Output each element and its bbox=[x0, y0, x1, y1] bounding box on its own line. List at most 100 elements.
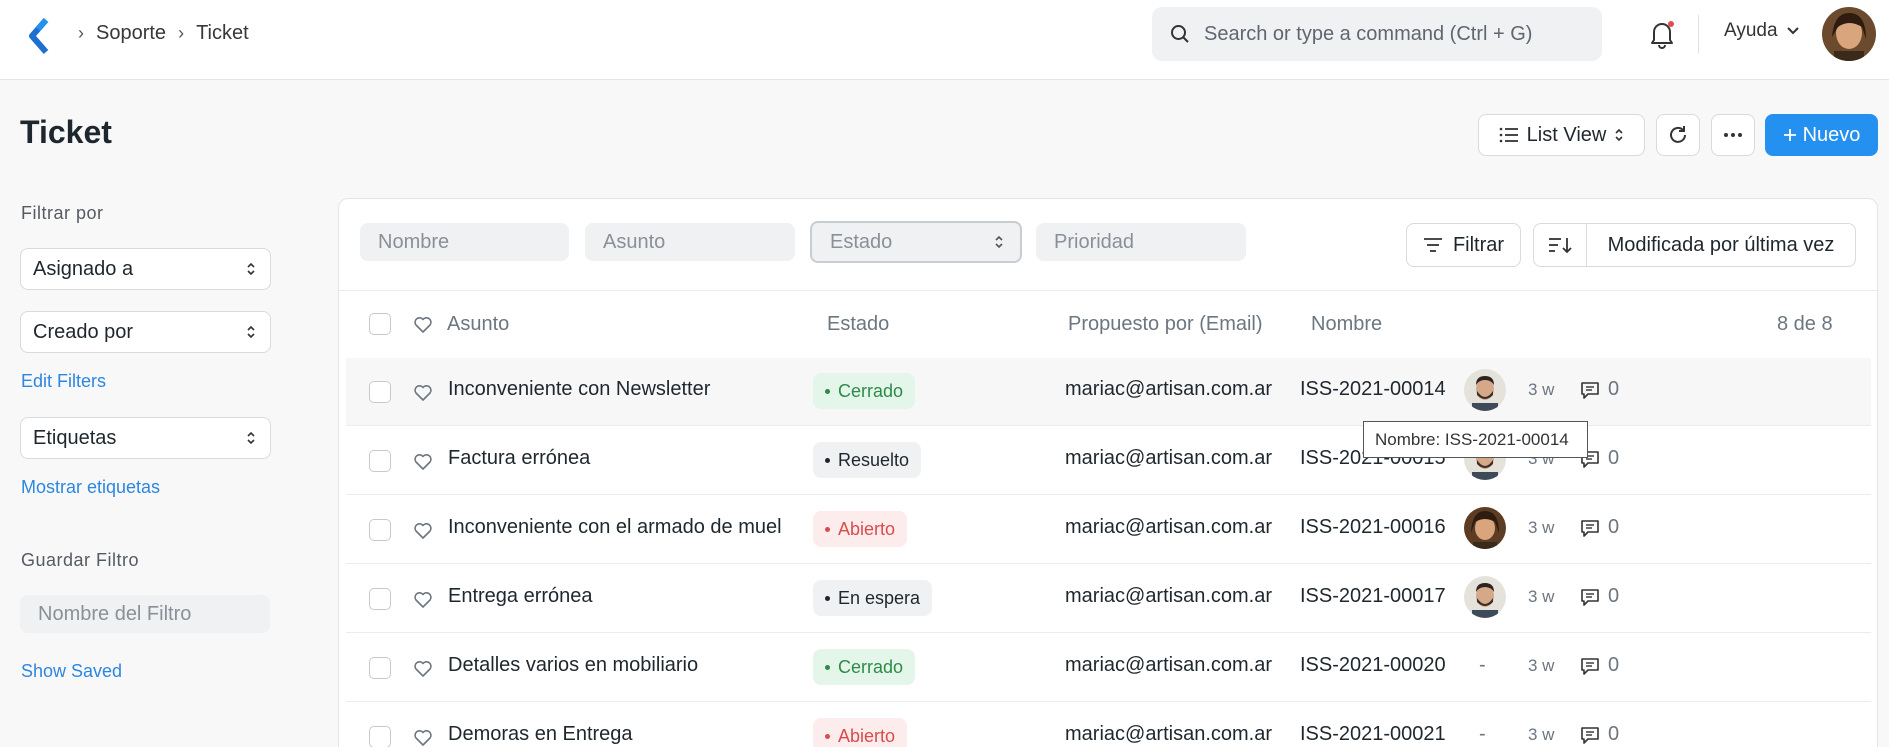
status-badge: Resuelto bbox=[813, 442, 922, 478]
select-arrows-icon bbox=[1615, 128, 1623, 142]
row-subject[interactable]: Factura errónea bbox=[448, 447, 590, 470]
row-checkbox[interactable] bbox=[369, 519, 391, 541]
row-email: mariac@artisan.com.ar bbox=[1065, 585, 1273, 607]
status-text: Resuelto bbox=[838, 449, 910, 470]
heart-icon[interactable] bbox=[413, 659, 433, 679]
comment-count: 0 bbox=[1580, 516, 1619, 539]
comment-count: 0 bbox=[1580, 585, 1619, 608]
refresh-button[interactable] bbox=[1656, 114, 1700, 156]
select-all-checkbox[interactable] bbox=[369, 313, 391, 335]
filter-by-label: Filtrar por bbox=[21, 203, 104, 223]
search-input[interactable] bbox=[1204, 22, 1584, 46]
heart-icon[interactable] bbox=[413, 728, 433, 747]
table-row[interactable]: Demoras en Entrega Abierto mariac@artisa… bbox=[346, 703, 1871, 747]
row-subject[interactable]: Detalles varios en mobiliario bbox=[448, 654, 698, 677]
assigned-to-label: Asignado a bbox=[33, 257, 134, 280]
avatar-image bbox=[1822, 7, 1876, 61]
row-subject[interactable]: Entrega errónea bbox=[448, 585, 593, 608]
list-view-label: List View bbox=[1526, 123, 1607, 146]
row-subject[interactable]: Inconveniente con el armado de muel bbox=[448, 516, 782, 539]
show-saved-link[interactable]: Show Saved bbox=[21, 661, 122, 682]
row-checkbox[interactable] bbox=[369, 450, 391, 472]
divider bbox=[1698, 15, 1699, 53]
table-row[interactable]: Factura errónea Resuelto mariac@artisan.… bbox=[346, 427, 1871, 495]
comment-count-value: 0 bbox=[1608, 447, 1620, 469]
assigned-to-select[interactable]: Asignado a bbox=[20, 248, 271, 290]
edit-filters-link[interactable]: Edit Filters bbox=[21, 371, 106, 392]
assignee-avatar bbox=[1464, 576, 1506, 618]
heart-icon[interactable] bbox=[413, 383, 433, 403]
header-subject[interactable]: Asunto bbox=[447, 313, 509, 336]
header-raised-by[interactable]: Propuesto por (Email) bbox=[1068, 313, 1263, 336]
row-checkbox[interactable] bbox=[369, 588, 391, 610]
table-row[interactable]: Entrega errónea En espera mariac@artisan… bbox=[346, 565, 1871, 633]
comment-count: 0 bbox=[1580, 378, 1619, 401]
app-logo-icon[interactable] bbox=[28, 18, 52, 54]
user-avatar[interactable] bbox=[1822, 7, 1876, 61]
row-subject[interactable]: Demoras en Entrega bbox=[448, 723, 633, 746]
comment-count-value: 0 bbox=[1608, 516, 1620, 538]
status-badge: En espera bbox=[813, 580, 933, 616]
navbar: › Soporte › Ticket Ayuda bbox=[0, 0, 1889, 80]
comment-icon bbox=[1581, 519, 1599, 537]
status-badge: Abierto bbox=[813, 718, 908, 747]
comment-count-value: 0 bbox=[1608, 378, 1620, 400]
row-checkbox[interactable] bbox=[369, 726, 391, 747]
table-row[interactable]: Detalles varios en mobiliario Cerrado ma… bbox=[346, 634, 1871, 702]
heart-icon[interactable] bbox=[413, 590, 433, 610]
more-actions-button[interactable] bbox=[1711, 114, 1755, 156]
chevron-down-icon bbox=[1786, 27, 1799, 35]
filter-button[interactable]: Filtrar bbox=[1406, 223, 1521, 267]
row-time: 3 w bbox=[1528, 656, 1555, 675]
row-checkbox[interactable] bbox=[369, 381, 391, 403]
comment-icon bbox=[1581, 588, 1599, 606]
notifications-button[interactable] bbox=[1648, 19, 1676, 49]
status-badge: Cerrado bbox=[813, 649, 916, 685]
header-status[interactable]: Estado bbox=[827, 313, 889, 336]
row-count: 8 de 8 bbox=[1777, 313, 1833, 335]
chevron-right-icon: › bbox=[178, 22, 185, 43]
status-filter-select[interactable]: Estado bbox=[810, 221, 1022, 263]
heart-icon[interactable] bbox=[413, 521, 433, 541]
avatar-man-image bbox=[1464, 369, 1506, 411]
sort-by-label: Modificada por última vez bbox=[1607, 233, 1835, 256]
avatar-man-image bbox=[1464, 576, 1506, 618]
avatar-woman-image bbox=[1464, 507, 1506, 549]
breadcrumb-ticket[interactable]: Ticket bbox=[196, 22, 249, 45]
sort-by-button[interactable]: Modificada por última vez bbox=[1586, 223, 1856, 267]
name-filter-input[interactable] bbox=[360, 223, 569, 261]
filter-button-label: Filtrar bbox=[1452, 233, 1505, 256]
priority-filter-input[interactable] bbox=[1036, 223, 1246, 261]
show-tags-link[interactable]: Mostrar etiquetas bbox=[21, 477, 160, 498]
help-menu[interactable]: Ayuda bbox=[1724, 20, 1800, 42]
row-email: mariac@artisan.com.ar bbox=[1065, 378, 1273, 400]
table-row[interactable]: Inconveniente con Newsletter Cerrado mar… bbox=[346, 358, 1871, 426]
status-text: En espera bbox=[838, 587, 921, 608]
heart-icon[interactable] bbox=[413, 452, 433, 472]
comment-count-value: 0 bbox=[1608, 585, 1620, 607]
breadcrumb-soporte[interactable]: Soporte bbox=[96, 22, 166, 45]
row-subject[interactable]: Inconveniente con Newsletter bbox=[448, 378, 710, 401]
status-dot bbox=[825, 595, 830, 601]
header-name[interactable]: Nombre bbox=[1311, 313, 1382, 336]
row-checkbox[interactable] bbox=[369, 657, 391, 679]
table-row[interactable]: Inconveniente con el armado de muel Abie… bbox=[346, 496, 1871, 564]
filter-name-input[interactable] bbox=[20, 595, 270, 633]
row-name: ISS-2021-00020 bbox=[1300, 654, 1446, 676]
search-bar[interactable] bbox=[1152, 7, 1602, 61]
select-arrows-icon bbox=[995, 235, 1003, 249]
row-time: 3 w bbox=[1528, 380, 1555, 399]
sort-direction-button[interactable] bbox=[1533, 223, 1587, 267]
select-arrows-icon bbox=[247, 262, 255, 276]
comment-icon bbox=[1581, 381, 1599, 399]
heart-icon[interactable] bbox=[413, 315, 433, 335]
subject-filter-input[interactable] bbox=[585, 223, 795, 261]
list-view-select[interactable]: List View bbox=[1478, 114, 1645, 156]
no-assignee: - bbox=[1479, 723, 1486, 745]
save-filter-label: Guardar Filtro bbox=[21, 550, 140, 570]
created-by-select[interactable]: Creado por bbox=[20, 311, 271, 353]
tags-select[interactable]: Etiquetas bbox=[20, 417, 271, 459]
assignee-avatar bbox=[1464, 369, 1506, 411]
row-email: mariac@artisan.com.ar bbox=[1065, 447, 1273, 469]
new-button[interactable]: Nuevo bbox=[1765, 114, 1878, 156]
